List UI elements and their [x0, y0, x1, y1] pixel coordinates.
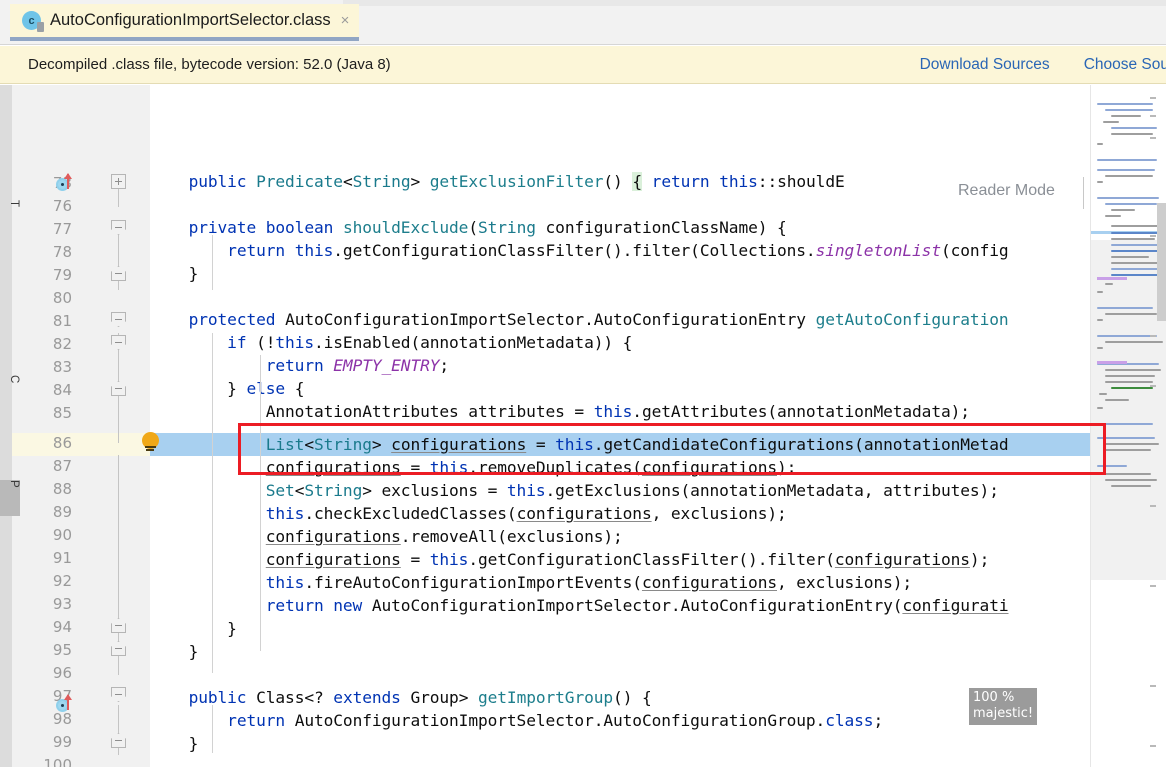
code-line-73: public Predicate<String> getExclusionFil…	[150, 172, 845, 191]
line-number: 85	[52, 404, 72, 422]
code-minimap[interactable]	[1090, 85, 1166, 767]
code-line-78: return this.getConfigurationClassFilter(…	[227, 241, 1009, 260]
tab-strip-segment	[753, 0, 1166, 6]
line-number: 77	[52, 220, 72, 238]
download-sources-link[interactable]: Download Sources	[920, 56, 1050, 74]
line-number: 94	[52, 618, 72, 636]
code-text-area[interactable]: public Predicate<String> getExclusionFil…	[150, 85, 1090, 767]
line-number: 76	[52, 197, 72, 215]
fold-expand-icon[interactable]	[111, 174, 126, 189]
code-line-94: }	[150, 619, 237, 638]
line-number: 81	[52, 312, 72, 330]
run-method-icon[interactable]	[56, 173, 76, 195]
fold-collapse-icon[interactable]	[111, 687, 126, 702]
code-line-82: if (!this.isEnabled(annotationMetadata))…	[227, 333, 633, 352]
line-number: 87	[52, 457, 72, 475]
line-number: 82	[52, 335, 72, 353]
code-line-97: public Class<? extends Group> getImportG…	[150, 688, 652, 707]
code-line-88: Set<String> exclusions = this.getExclusi…	[265, 481, 999, 500]
code-line-85: AnnotationAttributes attributes = this.g…	[150, 402, 970, 421]
idea-editor-window: c AutoConfigurationImportSelector.class …	[0, 0, 1166, 767]
line-number: 91	[52, 549, 72, 567]
editor-tab-label: AutoConfigurationImportSelector.class	[50, 11, 331, 29]
code-line-79: }	[150, 264, 199, 283]
line-number: 90	[52, 526, 72, 544]
tool-window-label-p[interactable]: P	[0, 480, 20, 516]
fold-collapse-icon[interactable]	[111, 266, 126, 281]
tool-window-label-t[interactable]: T	[0, 200, 20, 208]
code-line-95: }	[150, 642, 199, 661]
code-line-89: this.checkExcludedClasses(configurations…	[265, 504, 787, 523]
line-number: 84	[52, 381, 72, 399]
banner-actions: Download Sources Choose Sou	[920, 56, 1166, 74]
line-number: 93	[52, 595, 72, 613]
fold-collapse-icon[interactable]	[111, 381, 126, 396]
reader-mode-divider	[1083, 177, 1084, 209]
code-line-77: private boolean shouldExclude(String con…	[150, 218, 787, 237]
fold-collapse-icon[interactable]	[111, 618, 126, 633]
close-icon[interactable]: ×	[341, 13, 350, 28]
code-line-92: this.fireAutoConfigurationImportEvents(c…	[265, 573, 913, 592]
fold-collapse-icon[interactable]	[111, 335, 126, 350]
line-number: 95	[52, 641, 72, 659]
watermark-line-1: 100 %	[973, 690, 1015, 705]
java-class-icon: c	[22, 11, 44, 32]
watermark-line-2: majestic!	[973, 706, 1034, 721]
line-number: 78	[52, 243, 72, 261]
code-line-90: configurations.removeAll(exclusions);	[265, 527, 623, 546]
line-number: 99	[52, 733, 72, 751]
line-number: 80	[52, 289, 72, 307]
code-line-93: return new AutoConfigurationImportSelect…	[265, 596, 1009, 615]
code-line-98: return AutoConfigurationImportSelector.A…	[227, 711, 884, 730]
code-line-81: protected AutoConfigurationImportSelecto…	[150, 310, 1009, 329]
line-number: 96	[52, 664, 72, 682]
reader-mode-label[interactable]: Reader Mode	[958, 182, 1055, 200]
fold-collapse-icon[interactable]	[111, 733, 126, 748]
choose-sources-link[interactable]: Choose Sou	[1084, 56, 1166, 74]
line-number: 86	[52, 434, 72, 452]
code-line-86: List<String> configurations = this.getCa…	[265, 435, 1009, 454]
fold-stem	[118, 235, 119, 290]
tool-window-label-c[interactable]: C	[0, 375, 20, 384]
lock-badge-icon	[37, 22, 44, 32]
tab-strip-segment	[343, 0, 754, 6]
indent-guide	[212, 235, 213, 290]
vertical-scrollbar-thumb[interactable]	[1157, 203, 1166, 321]
code-line-87: configurations = this.removeDuplicates(c…	[265, 458, 797, 477]
code-line-84: } else {	[150, 379, 305, 398]
code-line-99: }	[150, 734, 199, 753]
fold-collapse-icon[interactable]	[111, 220, 126, 235]
line-number: 89	[52, 503, 72, 521]
fold-collapse-icon[interactable]	[111, 641, 126, 656]
line-number: 92	[52, 572, 72, 590]
majestic-watermark: 100 % majestic!	[969, 688, 1038, 725]
decompiled-notification-banner: Decompiled .class file, bytecode version…	[0, 46, 1166, 84]
left-tool-window-strip: T C P	[0, 85, 20, 767]
code-line-91: configurations = this.getConfigurationCl…	[265, 550, 990, 569]
indent-guide	[212, 333, 213, 673]
editor-tab-autoconfigurationimportselector[interactable]: c AutoConfigurationImportSelector.class …	[10, 4, 360, 41]
indent-guide	[260, 355, 261, 401]
fold-collapse-icon[interactable]	[111, 312, 126, 327]
code-editor[interactable]: T C P 73 76 77 78 79 80 81 82 83 84 85 8…	[0, 85, 1166, 767]
line-number: 88	[52, 480, 72, 498]
intention-bulb-icon[interactable]	[140, 432, 162, 454]
line-number: 83	[52, 358, 72, 376]
line-number: 100	[43, 756, 72, 767]
run-method-icon[interactable]	[56, 694, 76, 716]
indent-guide	[212, 705, 213, 753]
code-line-83: return EMPTY_ENTRY;	[265, 356, 450, 375]
editor-tab-strip: c AutoConfigurationImportSelector.class …	[0, 0, 1166, 45]
line-number: 79	[52, 266, 72, 284]
decompiled-banner-text: Decompiled .class file, bytecode version…	[28, 56, 391, 73]
